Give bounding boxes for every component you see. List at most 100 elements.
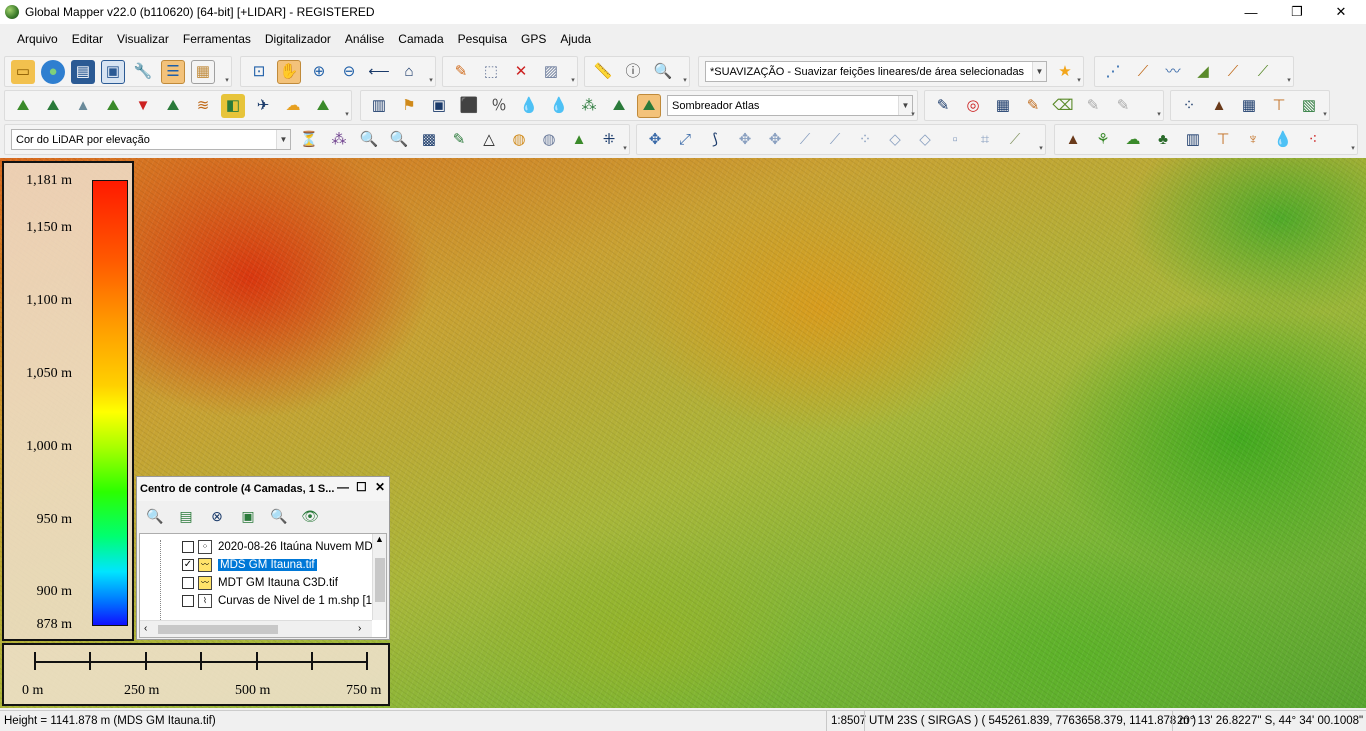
shader-dropdown[interactable]: Sombreador Atlas ▼ bbox=[667, 95, 913, 116]
pin-icon[interactable]: ⚑ bbox=[397, 94, 421, 118]
lidar-color-dropdown[interactable]: Cor do LiDAR por elevação ▼ bbox=[11, 129, 291, 150]
query-points-icon[interactable]: 🔍 bbox=[387, 128, 411, 152]
menu-pesquisa[interactable]: Pesquisa bbox=[451, 32, 514, 46]
flatten-icon[interactable]: ▲ bbox=[71, 94, 95, 118]
low-vegetation-icon[interactable]: ⚘ bbox=[1091, 128, 1115, 152]
toolbar-grip-icon[interactable]: ▾ bbox=[223, 76, 231, 86]
resize-icon[interactable]: ⤢ bbox=[673, 128, 697, 152]
watershed-icon[interactable]: ⛰ bbox=[161, 94, 185, 118]
layer-item[interactable]: ⌇ Curvas de Nivel de 1 m.shp [1 bbox=[182, 592, 372, 610]
workspace-icon[interactable]: ▣ bbox=[101, 59, 125, 84]
slope-icon[interactable]: ％ bbox=[487, 94, 511, 118]
scroll-thumb[interactable] bbox=[375, 558, 385, 602]
draw-line-icon[interactable]: ✎ bbox=[931, 94, 955, 118]
move-vertex-icon[interactable]: ✥ bbox=[733, 128, 757, 152]
toolbar-grip-icon[interactable]: ▾ bbox=[343, 110, 351, 120]
menu-analise[interactable]: Análise bbox=[338, 32, 391, 46]
points-icon[interactable]: ⁘ bbox=[1177, 94, 1201, 118]
maximize-button[interactable]: ❐ bbox=[1274, 0, 1320, 24]
image-export-icon[interactable]: ▧ bbox=[1297, 94, 1321, 118]
toolbar-grip-icon[interactable]: ▾ bbox=[427, 76, 435, 86]
powerline-icon[interactable]: ⊤ bbox=[1211, 128, 1235, 152]
polyline-icon[interactable]: ⟆ bbox=[703, 128, 727, 152]
edit-lidar-icon[interactable]: ✎ bbox=[447, 128, 471, 152]
shader-active-icon[interactable]: ⛰ bbox=[637, 93, 661, 118]
zoom-out-icon[interactable]: ⊖ bbox=[337, 60, 361, 84]
scroll-left-icon[interactable]: ‹ bbox=[144, 623, 147, 634]
select-rectangle-icon[interactable]: ⬚ bbox=[479, 60, 503, 84]
pan-hand-icon[interactable]: ✋ bbox=[277, 59, 301, 84]
layer-checkbox[interactable] bbox=[182, 541, 194, 553]
terrain-icon[interactable]: ⛰ bbox=[11, 94, 35, 118]
water-class-icon[interactable]: 💧 bbox=[1271, 128, 1295, 152]
layer-item[interactable]: 〰 MDT GM Itauna C3D.tif bbox=[182, 574, 338, 592]
toolbar-grip-icon[interactable]: ▾ bbox=[1155, 110, 1163, 120]
zoom-box-icon[interactable]: ⊡ bbox=[247, 60, 271, 84]
pen-icon[interactable]: ✎ bbox=[1021, 94, 1045, 118]
panel-maximize-icon[interactable]: ☐ bbox=[356, 480, 367, 494]
globe-icon[interactable]: ● bbox=[41, 59, 65, 84]
water-level-icon[interactable]: 💧 bbox=[547, 94, 571, 118]
layer-checkbox-checked[interactable]: ✓ bbox=[182, 559, 194, 571]
info-icon[interactable]: ⓘ bbox=[621, 60, 645, 84]
grid-terrain-icon[interactable]: ⛰ bbox=[101, 94, 125, 118]
menu-camada[interactable]: Camada bbox=[391, 32, 450, 46]
open-folder-icon[interactable]: ▭ bbox=[11, 59, 35, 84]
layer-item[interactable]: ⁘ 2020-08-26 Itaúna Nuvem MD bbox=[182, 538, 373, 556]
search-layer-icon[interactable]: 🔍 bbox=[267, 505, 291, 527]
panel-close-icon[interactable]: ✕ bbox=[375, 480, 385, 494]
lidar-points-icon[interactable]: ⁂ bbox=[577, 94, 601, 118]
point-cloud-icon[interactable]: ⁂ bbox=[327, 128, 351, 152]
contour-icon[interactable]: ⛰ bbox=[41, 94, 65, 118]
building-grid-icon[interactable]: ▦ bbox=[1237, 94, 1261, 118]
raster-calc-icon[interactable]: ◧ bbox=[221, 93, 245, 118]
zoom-in-icon[interactable]: ⊕ bbox=[307, 60, 331, 84]
ruler-icon[interactable]: 📏 bbox=[591, 60, 615, 84]
zoom-to-layer-icon[interactable]: 🔍 bbox=[143, 505, 167, 527]
area-edit-icon[interactable]: ◢ bbox=[1191, 60, 1215, 84]
find-file-icon[interactable]: 🔍 bbox=[651, 60, 675, 84]
toolbar-grip-icon[interactable]: ▾ bbox=[909, 110, 917, 120]
target-icon[interactable]: ◎ bbox=[961, 94, 985, 118]
connect-icon[interactable]: ⟋ bbox=[793, 128, 817, 152]
smoothing-dropdown[interactable]: *SUAVIZAÇÃO - Suavizar feições lineares/… bbox=[705, 61, 1047, 82]
triangle-icon[interactable]: △ bbox=[477, 128, 501, 152]
disabled-pen-icon[interactable]: ✎ bbox=[1081, 94, 1105, 118]
cut-fill-icon[interactable]: ▼ bbox=[131, 94, 155, 118]
layer-item-selected[interactable]: ✓ 〰 MDS GM Itauna.tif bbox=[182, 556, 317, 574]
water-drop-icon[interactable]: 💧 bbox=[517, 94, 541, 118]
search-points-icon[interactable]: 🔍 bbox=[357, 128, 381, 152]
horizontal-scroll-thumb[interactable] bbox=[158, 625, 278, 634]
3d-view-icon[interactable]: ⬛ bbox=[457, 94, 481, 118]
dotted-line-icon[interactable]: ⋰ bbox=[1101, 60, 1125, 84]
ground-class-icon[interactable]: ▲ bbox=[1061, 128, 1085, 152]
chevron-down-icon[interactable]: ▼ bbox=[276, 130, 290, 149]
hatch-grid-icon[interactable]: ▩ bbox=[417, 128, 441, 152]
move-icon[interactable]: ✥ bbox=[643, 128, 667, 152]
volume-icon[interactable]: ⛰ bbox=[311, 94, 335, 118]
menu-digitalizador[interactable]: Digitalizador bbox=[258, 32, 338, 46]
noise-icon[interactable]: ◍ bbox=[537, 128, 561, 152]
measure-line-icon[interactable]: ⟋ bbox=[1003, 128, 1027, 152]
menu-ferramentas[interactable]: Ferramentas bbox=[176, 32, 258, 46]
delete-x-icon[interactable]: ✕ bbox=[509, 60, 533, 84]
noise-class-icon[interactable]: ⁖ bbox=[1301, 128, 1325, 152]
tower-icon[interactable]: ⊤ bbox=[1267, 94, 1291, 118]
star-icon[interactable]: ★ bbox=[1053, 60, 1077, 84]
close-layer-icon[interactable]: ⊗ bbox=[205, 505, 229, 527]
scale-vertex-icon[interactable]: ✥ bbox=[763, 128, 787, 152]
scroll-right-icon[interactable]: › bbox=[358, 623, 361, 634]
layer-checkbox[interactable] bbox=[182, 577, 194, 589]
menu-visualizar[interactable]: Visualizar bbox=[110, 32, 176, 46]
nodes-icon[interactable]: ⁘ bbox=[853, 128, 877, 152]
menu-arquivo[interactable]: Arquivo bbox=[10, 32, 65, 46]
layer-checkbox[interactable] bbox=[182, 595, 194, 607]
line-edit-icon[interactable]: ⟋ bbox=[1131, 60, 1155, 84]
line-of-sight-icon[interactable]: ✈ bbox=[251, 94, 275, 118]
profile-icon[interactable]: ≋ bbox=[191, 94, 215, 118]
chevron-down-icon[interactable]: ▼ bbox=[1032, 62, 1046, 81]
cube-view-icon[interactable]: ▣ bbox=[427, 94, 451, 118]
menu-editar[interactable]: Editar bbox=[65, 32, 110, 46]
horizontal-scrollbar[interactable]: ‹ › bbox=[140, 620, 372, 637]
overlay-control-icon[interactable]: ☰ bbox=[161, 59, 185, 84]
